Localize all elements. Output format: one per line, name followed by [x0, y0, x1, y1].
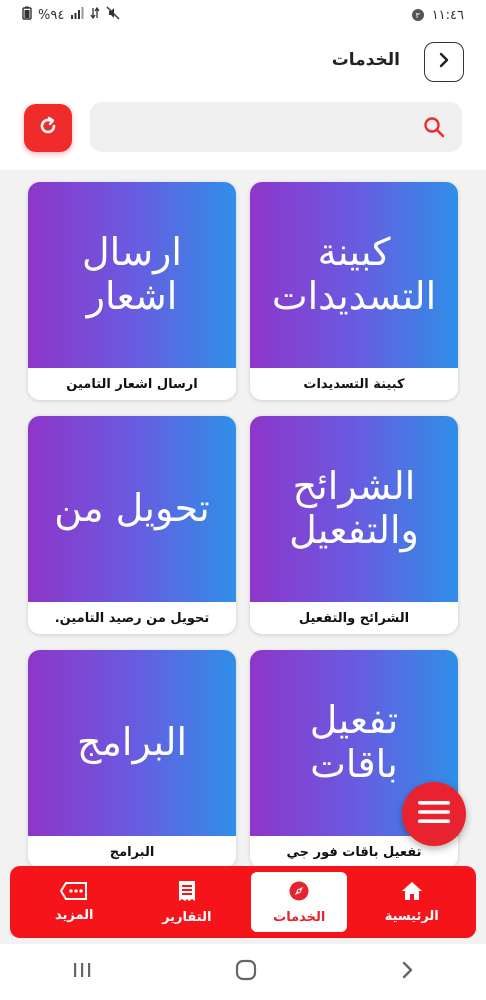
status-left: %٩٤ — [22, 6, 120, 24]
nav-item-more[interactable]: المزيد — [26, 872, 122, 932]
more-icon — [60, 881, 88, 904]
search-input[interactable] — [100, 102, 410, 152]
refresh-icon — [37, 115, 59, 141]
nav-item-services[interactable]: الخدمات — [251, 872, 348, 932]
nav-item-reports[interactable]: التقارير — [139, 872, 235, 932]
home-icon — [401, 881, 423, 905]
card-label: ارسال اشعار التامين — [66, 376, 198, 392]
menu-fab-button[interactable] — [402, 782, 466, 846]
card-label: تحويل من رصيد التامين. — [54, 610, 210, 626]
search-icon[interactable] — [422, 115, 446, 139]
service-card-programs[interactable]: البرامج البرامج — [28, 650, 236, 868]
status-right: ٣ ١١:٤٦ — [411, 7, 464, 23]
card-label: كبينة التسديدات — [303, 376, 405, 392]
recent-apps-icon[interactable] — [72, 961, 92, 983]
system-nav-bar — [0, 944, 486, 1000]
signal-icon — [70, 7, 84, 23]
back-button[interactable] — [424, 42, 464, 82]
card-image: الشرائح والتفعيل — [250, 416, 458, 602]
battery-level: %٩٤ — [38, 7, 65, 23]
battery-icon — [22, 6, 32, 24]
nav-label: التقارير — [162, 909, 212, 925]
card-image: كبينة التسديدات — [250, 182, 458, 368]
card-image: ارسال اشعار — [28, 182, 236, 368]
page-title: الخدمات — [331, 50, 400, 70]
card-label: البرامج — [109, 844, 155, 860]
search-box[interactable] — [90, 102, 462, 152]
service-card-payments[interactable]: كبينة التسديدات كبينة التسديدات — [250, 182, 458, 400]
service-card-send-notice[interactable]: ارسال اشعار ارسال اشعار التامين — [28, 182, 236, 400]
card-label: الشرائح والتفعيل — [298, 610, 410, 626]
data-icon — [90, 6, 100, 23]
bottom-nav: الرئيسية الخدمات التقارير المزيد — [10, 866, 476, 938]
clock: ١١:٤٦ — [431, 7, 464, 23]
refresh-button[interactable] — [24, 104, 72, 152]
nav-label: الرئيسية — [384, 908, 439, 924]
receipt-icon — [178, 880, 196, 906]
card-image: البرامج — [28, 650, 236, 836]
nav-label: المزيد — [54, 907, 94, 923]
service-card-sims-activation[interactable]: الشرائح والتفعيل الشرائح والتفعيل — [250, 416, 458, 634]
mute-icon — [106, 6, 120, 24]
header: الخدمات — [0, 30, 486, 90]
back-chevron-icon[interactable] — [400, 960, 414, 984]
chevron-right-icon — [436, 52, 452, 72]
notification-badge: ٣ — [411, 9, 424, 21]
service-card-transfer[interactable]: تحويل من تحويل من رصيد التامين. — [28, 416, 236, 634]
card-image: تحويل من — [28, 416, 236, 602]
hamburger-icon — [418, 800, 450, 828]
search-area — [0, 90, 486, 170]
nav-item-home[interactable]: الرئيسية — [364, 872, 460, 932]
nav-label: الخدمات — [273, 909, 326, 925]
compass-icon — [288, 880, 310, 906]
home-circle-icon[interactable] — [235, 959, 257, 985]
status-bar: %٩٤ ٣ ١١:٤٦ — [0, 0, 486, 30]
